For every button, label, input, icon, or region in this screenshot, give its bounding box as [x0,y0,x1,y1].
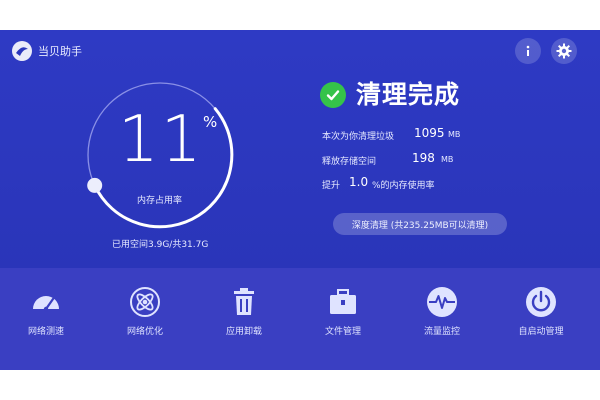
memory-usage-label: 内存占用率 [137,196,183,206]
tool-network-optimize[interactable]: 网络优化 [95,285,195,337]
tool-app-uninstall[interactable]: 应用卸载 [194,285,294,337]
tool-traffic-monitor[interactable]: 流量监控 [392,285,492,337]
app-title: 当贝助手 [38,45,82,58]
status-title: 清理完成 [356,80,461,109]
pulse-icon [427,287,457,317]
info-button[interactable] [515,38,541,64]
cleaned-junk-label: 本次为你清理垃圾 [322,132,395,142]
gauge-knob [87,177,103,193]
memory-usage-value: 11 [118,103,204,177]
freed-space-value: 198 [412,151,435,165]
tool-network-speed-test[interactable]: 网络测速 [0,285,96,337]
tool-autostart-manager[interactable]: 自启动管理 [491,285,591,337]
storage-usage-text: 已用空间3.9G/共31.7G [112,240,209,250]
tool-label: 流量监控 [423,327,460,337]
freed-space-label: 释放存储空间 [322,157,377,167]
memory-usage-unit: % [203,113,218,131]
power-icon [526,287,556,317]
tool-label: 网络测速 [27,327,64,337]
tool-label: 文件管理 [324,327,361,337]
tool-label: 网络优化 [126,327,163,337]
trash-icon [234,288,254,315]
settings-button[interactable] [551,38,577,64]
memory-improve-suffix: %的内存使用率 [372,181,435,191]
gear-icon [556,43,572,59]
tool-label: 自启动管理 [518,327,564,337]
tool-file-manager[interactable]: 文件管理 [293,285,393,337]
cleaned-junk-value: 1095 [414,126,445,140]
cleaned-junk-unit: MB [448,130,461,139]
tool-label: 应用卸载 [225,327,262,337]
speedometer-icon [33,296,59,312]
app-window: 当贝助手 11 % 内存占用率 已用空间3.9G/共31.7G 清理完成 本次为… [0,30,600,370]
info-icon [526,45,530,56]
memory-improve-prefix: 提升 [322,181,341,191]
deep-clean-button[interactable]: 深度清理 (共235.25MB可以清理) [333,213,507,235]
app-logo-icon [12,41,32,61]
memory-improve-value: 1.0 [349,175,369,189]
briefcase-icon [330,289,356,314]
success-check-icon [320,82,346,108]
atom-icon [130,287,160,317]
freed-space-unit: MB [441,155,454,164]
